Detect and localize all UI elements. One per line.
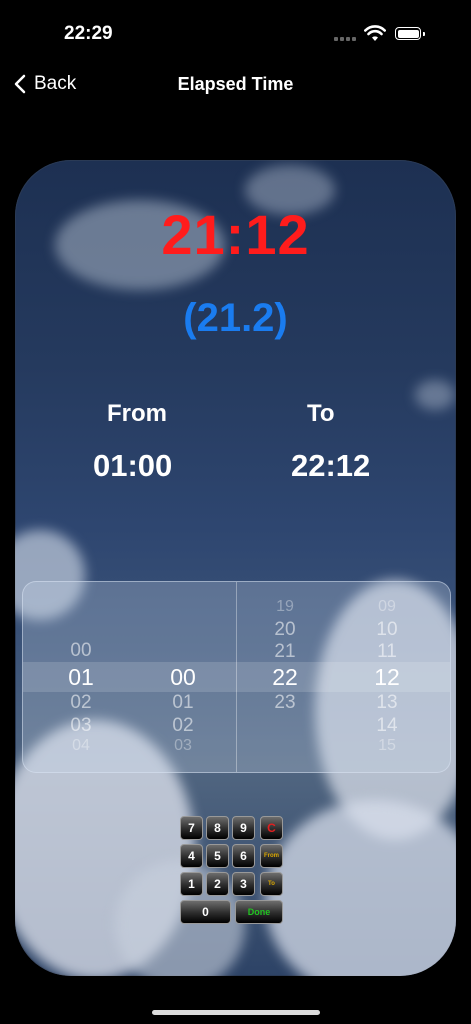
key-3[interactable]: 3 — [232, 872, 255, 896]
picker-value: 04 — [72, 737, 90, 754]
picker-value: 23 — [274, 692, 296, 713]
picker-value: 14 — [376, 715, 398, 736]
done-button[interactable]: Done — [235, 900, 283, 924]
picker-value: 03 — [70, 715, 92, 736]
from-label: From — [107, 400, 167, 427]
battery-icon — [395, 27, 425, 40]
picker-value: 19 — [276, 598, 294, 615]
page-title: Elapsed Time — [177, 74, 294, 94]
key-6[interactable]: 6 — [232, 844, 255, 868]
key-1[interactable]: 1 — [180, 872, 203, 896]
picker-selected-value: 00 — [170, 664, 196, 690]
from-time-value[interactable]: 01:00 — [93, 448, 172, 484]
elapsed-decimal-display: (21.2) — [183, 296, 288, 340]
picker-value: 00 — [70, 640, 92, 661]
picker-selected-value: 12 — [374, 664, 400, 690]
cloud-decoration — [265, 800, 456, 976]
picker-value: 15 — [378, 737, 396, 754]
key-5[interactable]: 5 — [206, 844, 229, 868]
time-picker[interactable]: 00 01 02 03 04 00 01 02 03 19 20 21 22 2… — [22, 581, 451, 773]
to-button[interactable]: To — [260, 872, 283, 896]
elapsed-time-display: 21:12 — [161, 203, 310, 266]
wifi-icon — [364, 25, 386, 41]
navigation-bar: Back Elapsed Time — [0, 60, 471, 108]
key-8[interactable]: 8 — [206, 816, 229, 840]
picker-value: 01 — [172, 692, 194, 713]
picker-selected-value: 01 — [68, 664, 94, 690]
elapsed-time-card: 21:12 (21.2) From To 01:00 22:12 00 01 0… — [15, 160, 456, 976]
picker-divider — [236, 582, 237, 772]
picker-value: 02 — [70, 692, 92, 713]
key-7[interactable]: 7 — [180, 816, 203, 840]
cloud-decoration — [415, 380, 455, 410]
clear-button[interactable]: C — [260, 816, 283, 840]
to-time-value[interactable]: 22:12 — [291, 448, 370, 484]
picker-value: 03 — [174, 737, 192, 754]
status-bar: 22:29 — [0, 0, 471, 60]
from-button[interactable]: From — [260, 844, 283, 868]
key-4[interactable]: 4 — [180, 844, 203, 868]
picker-value: 10 — [376, 619, 398, 640]
to-label: To — [307, 400, 335, 427]
picker-value: 09 — [378, 598, 396, 615]
picker-value: 21 — [274, 641, 296, 662]
key-0[interactable]: 0 — [180, 900, 231, 924]
cellular-signal-icon — [334, 37, 358, 41]
home-indicator[interactable] — [152, 1010, 320, 1015]
picker-selected-value: 22 — [272, 664, 298, 690]
status-time: 22:29 — [64, 23, 113, 44]
key-2[interactable]: 2 — [206, 872, 229, 896]
picker-value: 20 — [274, 619, 296, 640]
key-9[interactable]: 9 — [232, 816, 255, 840]
picker-value: 11 — [377, 641, 397, 662]
picker-value: 02 — [172, 715, 194, 736]
picker-value: 13 — [376, 692, 398, 713]
